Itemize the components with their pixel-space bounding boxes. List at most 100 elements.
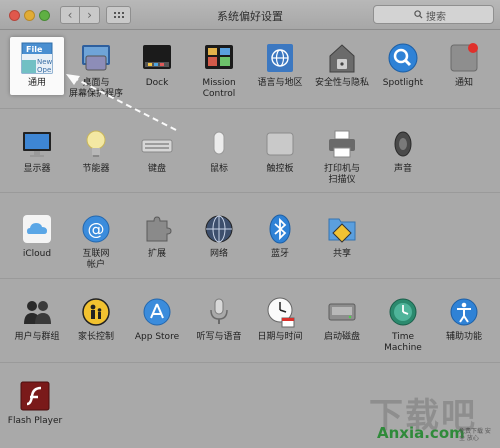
pref-label: Dock (145, 78, 169, 88)
pref-label: 显示器 (23, 164, 51, 174)
pref-label: 鼠标 (209, 164, 228, 174)
displays-icon (21, 128, 53, 160)
pref-label: 共享 (332, 249, 351, 259)
pref-mouse[interactable]: 鼠标 (189, 128, 249, 175)
printer-icon (326, 128, 358, 160)
mission-control-icon (203, 42, 235, 74)
language-region-icon (264, 42, 296, 74)
pref-label: 打印机与 扫描仪 (323, 164, 360, 185)
svg-text:@: @ (88, 220, 105, 240)
pref-label: 键盘 (147, 164, 166, 174)
pref-displays[interactable]: 显示器 (7, 128, 67, 175)
dictation-icon (203, 296, 235, 328)
pref-label: Mission Control (202, 78, 236, 99)
pref-network[interactable]: 网络 (189, 213, 249, 260)
pref-spotlight[interactable]: Spotlight (373, 42, 433, 89)
extensions-icon (141, 213, 173, 245)
pref-trackpad[interactable]: 触控板 (250, 128, 310, 175)
pref-label: 安全性与隐私 (314, 78, 369, 88)
pref-label: Spotlight (382, 78, 424, 88)
flash-player-icon (19, 380, 51, 412)
security-icon (326, 42, 358, 74)
pref-energy-saver[interactable]: 节能器 (66, 128, 126, 175)
bluetooth-icon (264, 213, 296, 245)
pref-startup-disk[interactable]: 启动磁盘 (312, 296, 372, 343)
chevron-left-icon: ‹ (67, 8, 73, 22)
internet-accounts-icon: @ (80, 213, 112, 245)
keyboard-icon (141, 128, 173, 160)
pref-accessibility[interactable]: 辅助功能 (434, 296, 494, 343)
search-field[interactable]: 搜索 (373, 5, 494, 24)
energy-saver-icon (80, 128, 112, 160)
search-icon (414, 10, 423, 19)
pref-label: 用户与群组 (14, 332, 60, 342)
pref-internet-accounts[interactable]: @ 互联网 帐户 (66, 213, 126, 271)
pref-keyboard[interactable]: 键盘 (127, 128, 187, 175)
pref-label: 触控板 (266, 164, 294, 174)
pref-label: 听写与语音 (196, 332, 242, 342)
pref-label: 通用 (27, 78, 46, 88)
pref-label: 家长控制 (77, 332, 114, 342)
close-window-button[interactable] (9, 10, 20, 21)
svg-text:New: New (37, 58, 53, 66)
pref-mission-control[interactable]: Mission Control (189, 42, 249, 100)
row-divider (0, 362, 500, 363)
zoom-window-button[interactable] (39, 10, 50, 21)
icloud-icon (21, 213, 53, 245)
pref-label: App Store (134, 332, 180, 342)
svg-text:File: File (26, 45, 43, 54)
app-store-icon (141, 296, 173, 328)
chevron-right-icon: › (87, 8, 92, 22)
general-icon: File New Ope (21, 42, 53, 74)
pref-label: Time Machine (384, 332, 422, 353)
search-placeholder: 搜索 (426, 12, 446, 23)
date-time-icon (264, 296, 296, 328)
show-all-button[interactable] (106, 6, 131, 24)
pref-label: Flash Player (7, 416, 63, 426)
back-button[interactable]: ‹ (60, 6, 80, 24)
time-machine-icon (387, 296, 419, 328)
pref-extensions[interactable]: 扩展 (127, 213, 187, 260)
pref-label: 网络 (209, 249, 228, 259)
svg-text:Ope: Ope (37, 66, 51, 74)
pref-label: 互联网 帐户 (82, 249, 110, 270)
pref-sharing[interactable]: 共享 (312, 213, 372, 260)
pref-users-groups[interactable]: 用户与群组 (7, 296, 67, 343)
pref-desktop-screensaver[interactable]: 桌面与 屏幕保护程序 (66, 42, 126, 100)
pref-label: 桌面与 屏幕保护程序 (68, 78, 123, 99)
pref-dock[interactable]: Dock (127, 42, 187, 89)
row-divider (0, 108, 500, 109)
pref-label: 启动磁盘 (323, 332, 360, 342)
watermark: 下载吧 Anxia.com 免费下载 安全 放心 (363, 388, 493, 443)
pref-flash-player[interactable]: Flash Player (5, 380, 65, 427)
mouse-icon (203, 128, 235, 160)
pref-label: 扩展 (147, 249, 166, 259)
desktop-icon (80, 42, 112, 74)
pref-app-store[interactable]: App Store (127, 296, 187, 343)
pref-parental-controls[interactable]: 家长控制 (66, 296, 126, 343)
watermark-domain: Anxia.com (377, 424, 465, 442)
sound-icon (387, 128, 419, 160)
pref-sound[interactable]: 声音 (373, 128, 433, 175)
pref-icloud[interactable]: iCloud (7, 213, 67, 260)
network-icon (203, 213, 235, 245)
forward-button[interactable]: › (80, 6, 100, 24)
pref-label: 节能器 (82, 164, 110, 174)
pref-notifications[interactable]: 通知 (434, 42, 494, 89)
row-divider (0, 192, 500, 193)
pref-language-region[interactable]: 语言与地区 (250, 42, 310, 89)
pref-bluetooth[interactable]: 蓝牙 (250, 213, 310, 260)
watermark-slogan: 免费下载 安全 放心 (459, 428, 491, 442)
pref-time-machine[interactable]: Time Machine (373, 296, 433, 354)
pref-printers-scanners[interactable]: 打印机与 扫描仪 (312, 128, 372, 186)
minimize-window-button[interactable] (24, 10, 35, 21)
pref-label: 辅助功能 (445, 332, 482, 342)
pref-label: 声音 (393, 164, 412, 174)
pref-label: 语言与地区 (257, 78, 303, 88)
pref-security-privacy[interactable]: 安全性与隐私 (312, 42, 372, 89)
pref-dictation-speech[interactable]: 听写与语音 (189, 296, 249, 343)
pref-general[interactable]: File New Ope 通用 (7, 42, 67, 89)
pref-date-time[interactable]: 日期与时间 (250, 296, 310, 343)
startup-disk-icon (326, 296, 358, 328)
parental-controls-icon (80, 296, 112, 328)
